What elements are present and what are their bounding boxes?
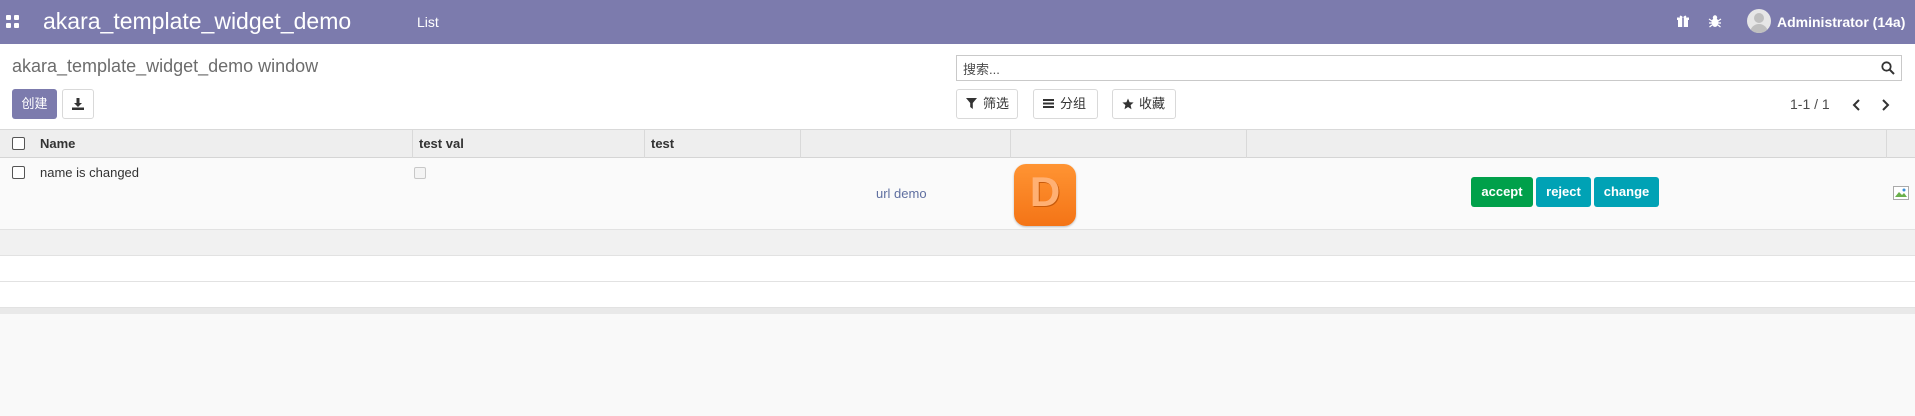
search-box [956, 55, 1902, 81]
test-val-checkbox [414, 167, 426, 179]
filters-label: 筛选 [983, 96, 1010, 111]
filters-button[interactable]: 筛选 [956, 89, 1018, 119]
logo-image: D [1014, 164, 1076, 226]
reject-button[interactable]: reject [1536, 177, 1591, 207]
filter-icon [966, 98, 977, 109]
table-row[interactable]: name is changed url demo D accept reject… [0, 158, 1915, 230]
top-navbar: akara_template_widget_demo List Administ… [0, 0, 1915, 44]
avatar[interactable] [1747, 9, 1771, 33]
favorites-label: 收藏 [1139, 96, 1166, 111]
pager-value[interactable]: 1-1 / 1 [1790, 96, 1830, 112]
column-header-actions[interactable] [1246, 130, 1886, 158]
app-title: akara_template_widget_demo [43, 8, 352, 34]
empty-row [0, 230, 1915, 256]
breadcrumb: akara_template_widget_demo window [12, 56, 319, 76]
cell-name: name is changed [40, 165, 140, 180]
column-header-name[interactable]: Name [34, 130, 412, 158]
column-header-test-val[interactable]: test val [412, 130, 644, 158]
column-header-test[interactable]: test [644, 130, 800, 158]
accept-button[interactable]: accept [1471, 177, 1533, 207]
url-demo-link[interactable]: url demo [876, 186, 927, 201]
menu-list[interactable]: List [417, 14, 439, 30]
empty-row [0, 256, 1915, 282]
bug-icon[interactable] [1708, 14, 1722, 28]
favorites-button[interactable]: 收藏 [1112, 89, 1176, 119]
table-footer [0, 308, 1915, 314]
grid-icon[interactable] [6, 15, 19, 28]
user-menu[interactable]: Administrator (14a) [1777, 14, 1905, 30]
logo-letter: D [1029, 168, 1061, 215]
broken-image-icon [1893, 186, 1909, 200]
list-icon [1043, 99, 1054, 108]
groupby-label: 分组 [1060, 96, 1087, 111]
column-header-extra [1886, 130, 1915, 158]
list-view: Name test val test name is changed url d… [0, 130, 1915, 314]
star-icon [1122, 98, 1134, 110]
download-button[interactable] [62, 89, 94, 119]
change-button[interactable]: change [1594, 177, 1659, 207]
groupby-button[interactable]: 分组 [1033, 89, 1098, 119]
empty-row [0, 282, 1915, 308]
column-header-url[interactable] [800, 130, 1010, 158]
select-all-checkbox[interactable] [12, 137, 25, 150]
chevron-right-icon[interactable] [1879, 98, 1891, 112]
chevron-left-icon[interactable] [1851, 98, 1863, 112]
column-header-image[interactable] [1010, 130, 1246, 158]
row-checkbox[interactable] [12, 166, 25, 179]
download-icon [72, 98, 84, 110]
table-header: Name test val test [0, 130, 1915, 158]
control-panel: akara_template_widget_demo window 创建 筛选 … [0, 44, 1915, 130]
search-input[interactable] [963, 60, 1863, 78]
search-icon[interactable] [1881, 61, 1895, 75]
create-button[interactable]: 创建 [12, 89, 57, 119]
gift-icon[interactable] [1676, 14, 1690, 28]
